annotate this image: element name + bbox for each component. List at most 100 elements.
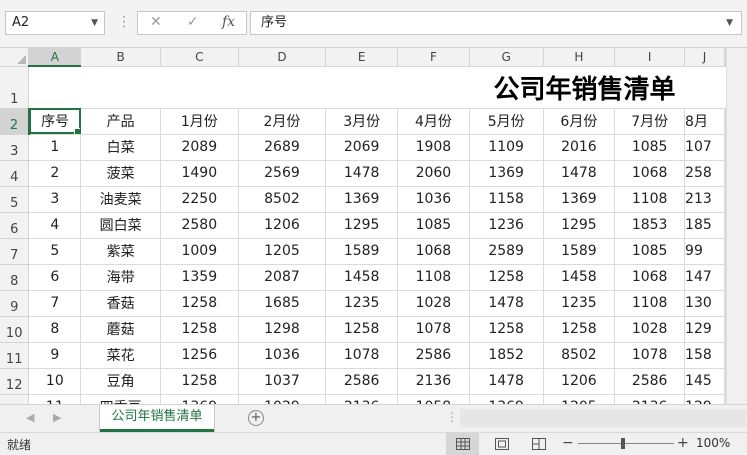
- row-header-6[interactable]: 6: [0, 212, 30, 239]
- formula-input[interactable]: 序号 ▼: [250, 11, 742, 35]
- data-cell[interactable]: 2136: [397, 368, 470, 395]
- data-cell[interactable]: 海带: [80, 264, 161, 291]
- data-cell[interactable]: 1085: [397, 212, 470, 239]
- data-cell[interactable]: 1258: [469, 264, 544, 291]
- data-cell[interactable]: 8502: [543, 342, 616, 369]
- data-cell[interactable]: 1369: [469, 394, 544, 404]
- data-cell[interactable]: 2: [28, 160, 82, 187]
- data-cell[interactable]: 1068: [397, 238, 470, 265]
- data-cell[interactable]: 2089: [160, 134, 239, 161]
- row-header-3[interactable]: 3: [0, 134, 30, 161]
- data-cell[interactable]: 2250: [160, 186, 239, 213]
- data-cell[interactable]: 1028: [397, 290, 470, 317]
- data-cell[interactable]: 1589: [325, 238, 399, 265]
- data-cell[interactable]: 1078: [614, 342, 686, 369]
- row-header-5[interactable]: 5: [0, 186, 30, 213]
- data-cell[interactable]: 香菇: [80, 290, 161, 317]
- data-cell[interactable]: 2136: [325, 394, 399, 404]
- data-cell[interactable]: 1235: [325, 290, 399, 317]
- data-cell[interactable]: 1478: [469, 368, 544, 395]
- data-cell[interactable]: 1108: [614, 290, 686, 317]
- data-cell[interactable]: 1359: [160, 264, 239, 291]
- data-cell[interactable]: 1258: [160, 316, 239, 343]
- data-cell[interactable]: 2087: [238, 264, 327, 291]
- cancel-icon[interactable]: ✕: [150, 14, 162, 30]
- column-header-c[interactable]: C: [160, 48, 239, 67]
- data-cell[interactable]: 145: [684, 368, 725, 395]
- page-layout-view-button[interactable]: [485, 433, 518, 455]
- data-cell[interactable]: 1852: [469, 342, 544, 369]
- data-cell[interactable]: 129: [684, 316, 725, 343]
- column-header-a[interactable]: A: [28, 48, 82, 67]
- data-cell[interactable]: 1478: [543, 160, 616, 187]
- data-cell[interactable]: 6: [28, 264, 82, 291]
- next-sheet-icon[interactable]: ▶: [53, 411, 61, 424]
- row-header-7[interactable]: 7: [0, 238, 30, 265]
- column-header-j[interactable]: J: [684, 48, 725, 67]
- name-box[interactable]: A2 ▼: [5, 11, 105, 35]
- data-cell[interactable]: 1298: [238, 316, 327, 343]
- data-cell[interactable]: 1490: [160, 160, 239, 187]
- data-cell[interactable]: 1036: [238, 342, 327, 369]
- data-cell[interactable]: 圆白菜: [80, 212, 161, 239]
- data-cell[interactable]: 1458: [325, 264, 399, 291]
- data-cell[interactable]: 2569: [238, 160, 327, 187]
- data-cell[interactable]: 1258: [543, 316, 616, 343]
- data-cell[interactable]: 1369: [469, 160, 544, 187]
- data-cell[interactable]: 147: [684, 264, 725, 291]
- worksheet-grid[interactable]: ABCDEFGHIJ 1 公司年销售清单 2 序号 产品 1月份 2月份 3月份 4月份 5月份 6…: [0, 48, 726, 404]
- data-cell[interactable]: 紫菜: [80, 238, 161, 265]
- data-cell[interactable]: 1085: [614, 134, 686, 161]
- cell-a1[interactable]: [28, 66, 81, 109]
- header-cell[interactable]: 7月份: [614, 108, 686, 135]
- data-cell[interactable]: 1158: [469, 186, 544, 213]
- data-cell[interactable]: 107: [684, 134, 725, 161]
- zoom-slider[interactable]: [578, 443, 674, 444]
- page-break-view-button[interactable]: [522, 433, 555, 455]
- data-cell[interactable]: 1258: [325, 316, 399, 343]
- enter-icon[interactable]: ✓: [187, 14, 199, 30]
- data-cell[interactable]: 1478: [469, 290, 544, 317]
- chevron-down-icon[interactable]: ▼: [91, 12, 98, 34]
- select-all-corner[interactable]: [0, 48, 30, 67]
- data-cell[interactable]: 10: [28, 368, 82, 395]
- data-cell[interactable]: 9: [28, 342, 82, 369]
- data-cell[interactable]: 1029: [238, 394, 327, 404]
- data-cell[interactable]: 2069: [325, 134, 399, 161]
- data-cell[interactable]: 菜花: [80, 342, 161, 369]
- column-header-b[interactable]: B: [80, 48, 161, 67]
- data-cell[interactable]: 1589: [543, 238, 616, 265]
- data-cell[interactable]: 8: [28, 316, 82, 343]
- data-cell[interactable]: 2060: [397, 160, 470, 187]
- column-header-h[interactable]: H: [543, 48, 616, 67]
- header-cell[interactable]: 4月份: [397, 108, 470, 135]
- header-cell[interactable]: 序号: [28, 108, 82, 135]
- data-cell[interactable]: 1009: [160, 238, 239, 265]
- data-cell[interactable]: 213: [684, 186, 725, 213]
- row-header-11[interactable]: 11: [0, 342, 30, 369]
- data-cell[interactable]: 1235: [543, 290, 616, 317]
- zoom-slider-thumb[interactable]: [621, 438, 625, 449]
- data-cell[interactable]: 1478: [325, 160, 399, 187]
- column-header-e[interactable]: E: [325, 48, 399, 67]
- data-cell[interactable]: 2016: [543, 134, 616, 161]
- data-cell[interactable]: 130: [684, 290, 725, 317]
- data-cell[interactable]: 129: [684, 394, 725, 404]
- data-cell[interactable]: 1369: [543, 186, 616, 213]
- data-cell[interactable]: 2586: [325, 368, 399, 395]
- data-cell[interactable]: 1685: [238, 290, 327, 317]
- data-cell[interactable]: 蘑菇: [80, 316, 161, 343]
- data-cell[interactable]: 1068: [614, 160, 686, 187]
- data-cell[interactable]: 1078: [325, 342, 399, 369]
- header-cell[interactable]: 5月份: [469, 108, 544, 135]
- data-cell[interactable]: 2580: [160, 212, 239, 239]
- data-cell[interactable]: 2586: [397, 342, 470, 369]
- data-cell[interactable]: 1258: [469, 316, 544, 343]
- data-cell[interactable]: 99: [684, 238, 725, 265]
- zoom-in-button[interactable]: +: [677, 435, 689, 451]
- normal-view-button[interactable]: [446, 433, 479, 455]
- data-cell[interactable]: 11: [28, 394, 82, 404]
- data-cell[interactable]: 1078: [397, 316, 470, 343]
- data-cell[interactable]: 1085: [614, 238, 686, 265]
- horizontal-scrollbar[interactable]: [460, 409, 746, 427]
